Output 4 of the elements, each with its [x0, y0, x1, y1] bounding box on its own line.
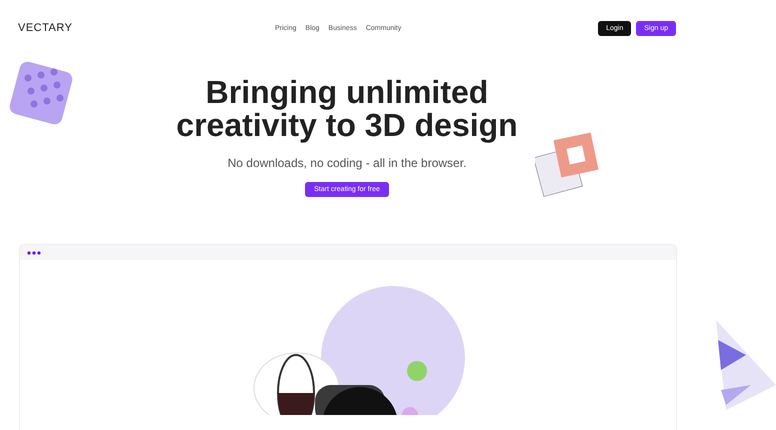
logo[interactable]: VECTARY: [18, 22, 275, 34]
hero-subtitle: No downloads, no coding - all in the browser.: [228, 156, 466, 170]
dots-icon: [27, 250, 42, 254]
hero-title: Bringing unlimited creativity to 3D design: [176, 76, 518, 142]
